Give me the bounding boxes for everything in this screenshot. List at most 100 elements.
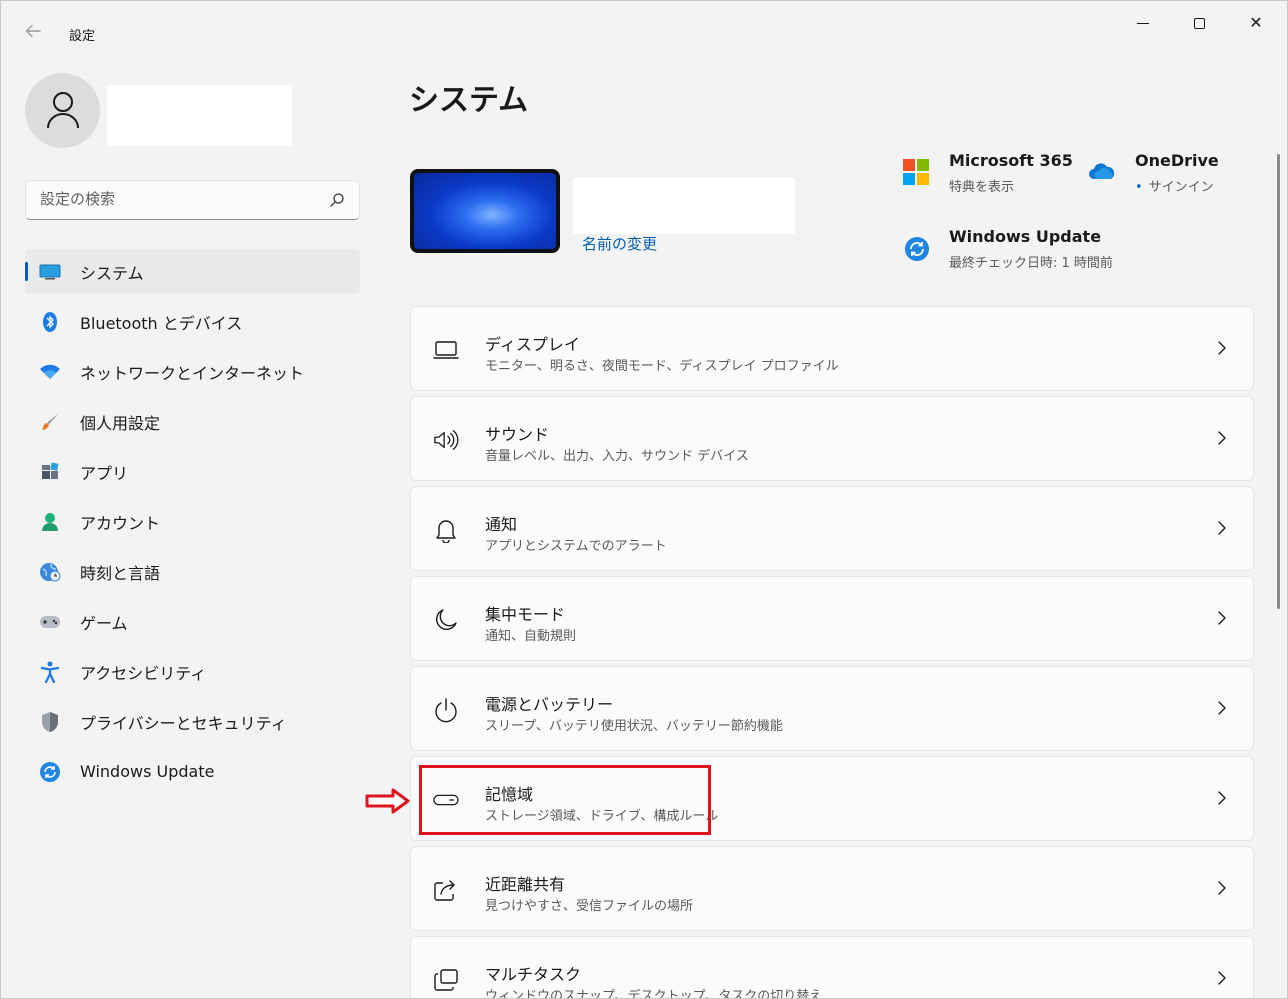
sidebar-item-label: ネットワークとインターネット	[80, 363, 305, 383]
back-arrow-icon[interactable]	[23, 21, 47, 45]
setting-card-notifications[interactable]: 通知 アプリとシステムでのアラート	[410, 486, 1254, 571]
sidebar-item-label: 個人用設定	[80, 413, 161, 433]
bluetooth-icon	[39, 311, 61, 333]
chevron-right-icon	[1217, 428, 1227, 452]
maximize-icon[interactable]	[1181, 11, 1217, 35]
windows-update-icon	[904, 236, 930, 266]
card-subtitle: アプリとシステムでのアラート	[485, 539, 667, 554]
microsoft-365-promo[interactable]: Microsoft 365 特典を表示	[949, 151, 1073, 195]
settings-window: 設定 ✕ システム Bluetooth とデバイス	[0, 0, 1288, 999]
gamepad-icon	[39, 611, 61, 633]
card-subtitle: 音量レベル、出力、入力、サウンド デバイス	[485, 449, 749, 464]
chevron-right-icon	[1217, 518, 1227, 542]
page-title: システム	[409, 83, 529, 118]
card-subtitle: 通知、自動規則	[485, 629, 577, 644]
system-icon	[39, 261, 61, 283]
sidebar-item-bluetooth[interactable]: Bluetooth とデバイス	[25, 299, 360, 344]
card-title: ディスプレイ	[485, 335, 580, 354]
sidebar-item-label: システム	[80, 263, 144, 283]
display-icon	[433, 337, 459, 363]
apps-icon	[39, 461, 61, 483]
card-subtitle: 見つけやすさ、受信ファイルの場所	[485, 899, 694, 914]
device-wallpaper-thumbnail	[410, 169, 560, 253]
share-icon	[433, 877, 459, 903]
setting-card-display[interactable]: ディスプレイ モニター、明るさ、夜間モード、ディスプレイ プロファイル	[410, 306, 1254, 391]
search-icon[interactable]	[329, 192, 345, 212]
sidebar-item-privacy-security[interactable]: プライバシーとセキュリティ	[25, 699, 360, 744]
setting-card-power[interactable]: 電源とバッテリー スリープ、バッテリ使用状況、バッテリー節約機能	[410, 666, 1254, 751]
card-subtitle: モニター、明るさ、夜間モード、ディスプレイ プロファイル	[485, 359, 839, 374]
sidebar-item-accessibility[interactable]: アクセシビリティ	[25, 649, 360, 694]
sidebar-item-label: プライバシーとセキュリティ	[80, 713, 287, 733]
promo-subtitle: 最終チェック日時: 1 時間前	[949, 256, 1113, 271]
shield-icon	[39, 711, 61, 733]
windows-update-promo[interactable]: Windows Update 最終チェック日時: 1 時間前	[949, 227, 1113, 271]
promo-subtitle: 特典を表示	[949, 180, 1015, 195]
chevron-right-icon	[1217, 878, 1227, 902]
promo-subtitle: • サインイン	[1135, 176, 1219, 195]
sidebar-item-label: Windows Update	[80, 762, 215, 781]
windows-update-icon	[39, 761, 61, 783]
scrollbar[interactable]	[1277, 154, 1280, 609]
promo-title: Microsoft 365	[949, 151, 1073, 170]
promo-subtitle-text: サインイン	[1148, 180, 1214, 195]
sidebar-item-label: アカウント	[80, 513, 161, 533]
close-icon[interactable]: ✕	[1238, 11, 1274, 35]
onedrive-icon	[1088, 161, 1116, 185]
card-subtitle: スリープ、バッテリ使用状況、バッテリー節約機能	[485, 719, 783, 734]
card-title: 電源とバッテリー	[485, 695, 614, 714]
chevron-right-icon	[1217, 608, 1227, 632]
sidebar-item-label: 時刻と言語	[80, 563, 161, 583]
accessibility-icon	[39, 661, 61, 683]
card-title: マルチタスク	[485, 965, 582, 984]
card-title: 近距離共有	[485, 875, 566, 894]
time-language-icon	[39, 561, 61, 583]
promo-title: Windows Update	[949, 227, 1102, 246]
settings-list: ディスプレイ モニター、明るさ、夜間モード、ディスプレイ プロファイル サウンド…	[410, 306, 1254, 999]
title-bar: 設定 ✕	[1, 1, 1287, 45]
onedrive-promo[interactable]: OneDrive • サインイン	[1135, 151, 1219, 195]
promo-title: OneDrive	[1135, 151, 1219, 170]
sidebar-nav: システム Bluetooth とデバイス ネットワークとインターネット 個人用設…	[25, 249, 360, 799]
sidebar-item-gaming[interactable]: ゲーム	[25, 599, 360, 644]
account-icon	[39, 511, 61, 533]
minimize-icon[interactable]	[1125, 11, 1161, 35]
app-title: 設定	[69, 29, 96, 44]
sidebar-item-label: Bluetooth とデバイス	[80, 313, 243, 333]
card-subtitle: ウィンドウのスナップ、デスクトップ、タスクの切り替え	[485, 989, 823, 999]
sidebar-item-accounts[interactable]: アカウント	[25, 499, 360, 544]
card-title: 集中モード	[485, 605, 566, 624]
sidebar-item-network[interactable]: ネットワークとインターネット	[25, 349, 360, 394]
highlight-annotation	[419, 765, 711, 835]
sidebar-item-time-language[interactable]: 時刻と言語	[25, 549, 360, 594]
sidebar-item-windows-update[interactable]: Windows Update	[25, 749, 360, 794]
power-icon	[433, 697, 459, 723]
card-title: 通知	[485, 515, 518, 534]
rename-link[interactable]: 名前の変更	[582, 233, 657, 254]
avatar[interactable]	[25, 73, 100, 148]
card-title: サウンド	[485, 425, 550, 444]
user-icon	[47, 92, 79, 129]
sidebar-item-system[interactable]: システム	[25, 249, 360, 294]
chevron-right-icon	[1217, 788, 1227, 812]
setting-card-focus[interactable]: 集中モード 通知、自動規則	[410, 576, 1254, 661]
chevron-right-icon	[1217, 698, 1227, 722]
bell-icon	[433, 517, 459, 543]
sidebar-item-label: アクセシビリティ	[80, 663, 207, 683]
sidebar-item-personalization[interactable]: 個人用設定	[25, 399, 360, 444]
user-name-redacted	[107, 85, 292, 146]
speaker-icon	[433, 427, 459, 453]
setting-card-nearby-sharing[interactable]: 近距離共有 見つけやすさ、受信ファイルの場所	[410, 846, 1254, 931]
search-box[interactable]	[25, 180, 360, 220]
setting-card-sound[interactable]: サウンド 音量レベル、出力、入力、サウンド デバイス	[410, 396, 1254, 481]
red-arrow-annotation	[365, 787, 411, 819]
search-input[interactable]	[40, 190, 320, 208]
sidebar-item-label: ゲーム	[80, 613, 128, 633]
multitask-icon	[433, 967, 459, 993]
sidebar-item-apps[interactable]: アプリ	[25, 449, 360, 494]
brush-icon	[39, 411, 61, 433]
setting-card-multitasking[interactable]: マルチタスク ウィンドウのスナップ、デスクトップ、タスクの切り替え	[410, 936, 1254, 999]
chevron-right-icon	[1217, 338, 1227, 362]
moon-icon	[433, 607, 459, 633]
status-dot: •	[1135, 180, 1143, 195]
